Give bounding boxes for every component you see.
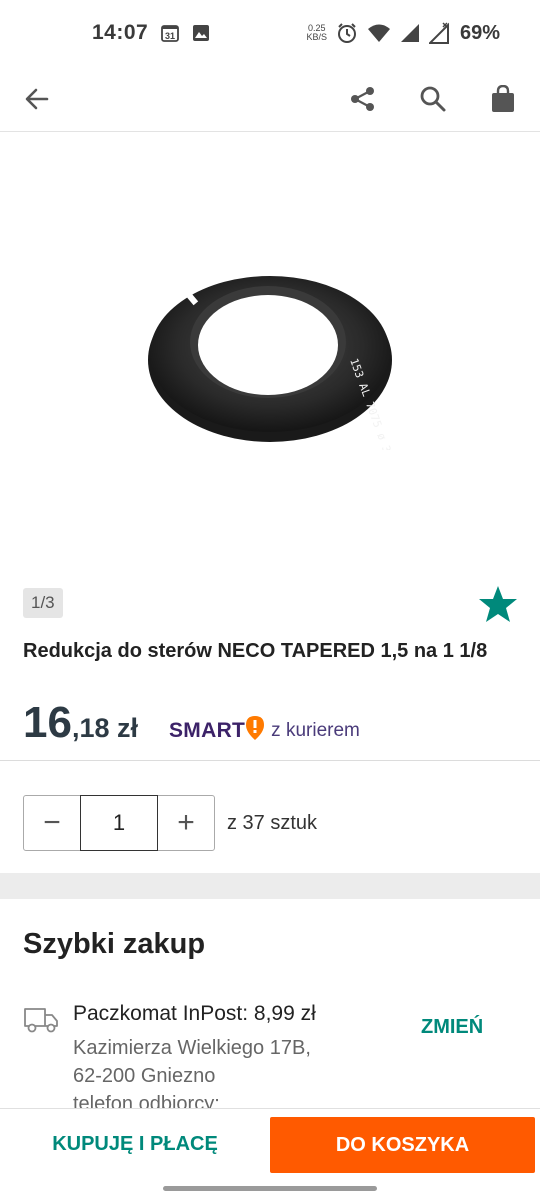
quantity-input[interactable]: 1: [80, 795, 158, 851]
wifi-icon: [367, 23, 391, 43]
signal-icon: [400, 23, 420, 43]
quantity-increase-button[interactable]: +: [158, 796, 214, 850]
delivery-method: Paczkomat InPost: 8,99 zł: [73, 1002, 316, 1025]
status-time: 14:07: [92, 21, 149, 44]
cart-button[interactable]: [488, 84, 518, 114]
address-line-1: Kazimierza Wielkiego 17B,: [73, 1037, 311, 1059]
smart-pin-icon: [245, 715, 265, 747]
product-image-gallery[interactable]: 153 AL 7075 ø 30: [0, 145, 540, 555]
smart-courier: z kurierem: [271, 720, 360, 741]
back-button[interactable]: [22, 84, 52, 114]
gallery-icon: [192, 24, 210, 42]
smart-label: SMART: [169, 719, 246, 742]
buy-now-button[interactable]: KUPUJĘ I PŁACĘ: [0, 1109, 270, 1179]
add-to-cart-button[interactable]: DO KOSZYKA: [270, 1117, 535, 1173]
image-counter: 1/3: [23, 588, 63, 618]
address-line-2: 62-200 Gniezno: [73, 1065, 216, 1087]
stock-text: z 37 sztuk: [227, 811, 318, 834]
bottom-action-bar: KUPUJĘ I PŁACĘ DO KOSZYKA: [0, 1108, 540, 1178]
battery-level: 69%: [459, 21, 500, 44]
price-main: 16: [23, 698, 72, 747]
delivery-address: Kazimierza Wielkiego 17B, 62-200 Gniezno…: [73, 1034, 373, 1118]
search-button[interactable]: [418, 84, 448, 114]
star-icon: [479, 586, 517, 622]
product-app-bar: [0, 66, 540, 132]
change-delivery-button[interactable]: ZMIEŃ: [421, 1016, 483, 1039]
share-icon: [351, 86, 374, 111]
smart-badge[interactable]: SMART z kurierem: [169, 715, 360, 747]
calendar-day: 31: [165, 31, 175, 41]
arrow-left-icon: [25, 88, 49, 109]
alarm-icon: [336, 22, 358, 44]
truck-icon: [23, 1006, 59, 1039]
quick-buy-title: Szybki zakup: [23, 928, 206, 960]
shopping-bag-icon: [492, 84, 514, 112]
product-price: 16 ,18 zł: [23, 698, 138, 748]
quantity-stepper: − 1 + z 37 sztuk: [23, 795, 317, 851]
net-speed: 0.25 KB/S: [306, 24, 327, 42]
calendar-icon: 31: [160, 23, 180, 43]
net-speed-unit: KB/S: [306, 32, 327, 42]
gesture-handle[interactable]: [163, 1186, 377, 1191]
product-title: Redukcja do sterów NECO TAPERED 1,5 na 1…: [23, 640, 488, 662]
signal-noroaming-icon: [428, 22, 451, 44]
section-divider: [0, 873, 540, 899]
search-icon: [420, 86, 446, 111]
system-nav-bar: [0, 1178, 540, 1200]
product-image: 153 AL 7075 ø 30: [148, 270, 396, 450]
share-button[interactable]: [348, 84, 378, 114]
divider: [0, 760, 540, 761]
price-rest: ,18 zł: [71, 713, 138, 743]
status-bar: 14:07 31 0.25 KB/S 69%: [0, 0, 540, 66]
favorite-button[interactable]: [477, 583, 519, 625]
quantity-decrease-button[interactable]: −: [24, 796, 80, 850]
